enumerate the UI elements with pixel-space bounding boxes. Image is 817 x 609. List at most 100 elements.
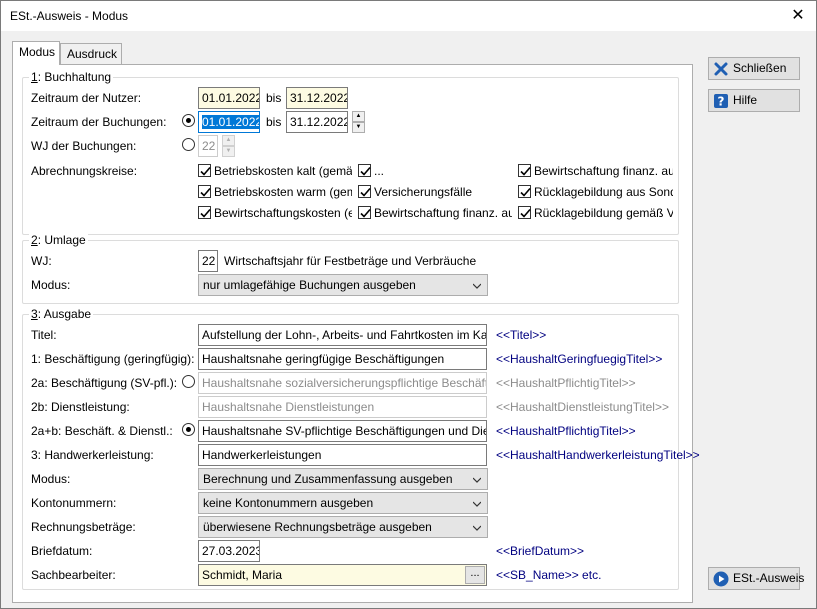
briefdatum-tag: <<BriefDatum>> xyxy=(496,544,585,558)
spin-up-icon[interactable]: ▲ xyxy=(222,135,235,146)
ausgabe-modus-select[interactable]: Berechnung und Zusammenfassung ausgeben xyxy=(198,468,488,490)
beschaeftigung-sv-field[interactable]: Haushaltsnahe sozialversicherungspflicht… xyxy=(198,372,487,394)
wj-buchungen-label: WJ der Buchungen: xyxy=(31,139,137,153)
zeitraum-buchungen-spinner[interactable]: ▲ ▼ xyxy=(352,111,365,133)
abrechnungskreis-checkbox[interactable]: Bewirtschaftungskosten (e xyxy=(198,205,352,221)
handwerker-tag: <<HaushaltHandwerkerleistungTitel>> xyxy=(496,448,700,462)
close-icon[interactable]: ✕ xyxy=(780,1,816,31)
sachbearbeiter-label: Sachbearbeiter: xyxy=(31,568,116,582)
est-ausweis-button[interactable]: ESt.-Ausweis xyxy=(708,567,804,590)
spin-down-icon[interactable]: ▼ xyxy=(352,122,365,133)
tab-modus-label: Modus xyxy=(19,45,56,59)
chevron-down-icon xyxy=(473,501,481,507)
abrechnungskreis-checkbox[interactable]: Betriebskosten kalt (gemä xyxy=(198,163,352,179)
umlage-modus-select[interactable]: nur umlagefähige Buchungen ausgeben xyxy=(198,274,488,296)
tab-panel-modus: 1: Buchhaltung Zeitraum der Nutzer: 01.0… xyxy=(12,64,700,603)
umlage-wj-field[interactable]: 22 xyxy=(198,250,218,272)
zeitraum-nutzer-from-field[interactable]: 01.01.2022 xyxy=(198,87,260,109)
abrechnungskreis-checkbox[interactable]: Bewirtschaftung finanz. au xyxy=(518,163,673,179)
schliessen-label: Schließen xyxy=(733,61,787,75)
kontonummern-label: Kontonummern: xyxy=(31,496,117,510)
group-title-ausgabe: 3: Ausgabe xyxy=(29,307,94,321)
close-x-icon xyxy=(714,62,728,76)
sachbearbeiter-field[interactable]: Schmidt, Maria ... xyxy=(198,564,487,586)
checkmark-icon xyxy=(200,208,211,218)
ausgabe-modus-label: Modus: xyxy=(31,472,71,486)
chevron-down-icon xyxy=(473,477,481,483)
handwerker-label: 3: Handwerkerleistung: xyxy=(31,448,154,462)
abrechnungskreis-checkbox[interactable]: ... xyxy=(358,163,512,179)
beschaeftigung-gering-tag: <<HaushaltGeringfuegigTitel>> xyxy=(496,352,663,366)
handwerker-field[interactable]: Handwerkerleistungen xyxy=(198,444,487,466)
beschaeftigung-sv-tag: <<HaushaltPflichtigTitel>> xyxy=(496,376,636,390)
chevron-down-icon xyxy=(473,525,481,531)
checkmark-icon xyxy=(360,187,371,197)
zeitraum-buchungen-to-field[interactable]: 31.12.2022 xyxy=(286,111,348,133)
umlage-wj-description: Wirtschaftsjahr für Festbeträge und Verb… xyxy=(224,254,477,268)
beschaeftigung-gering-label: 1: Beschäftigung (geringfügig): xyxy=(31,352,195,366)
titel-label: Titel: xyxy=(31,328,57,342)
umlage-wj-label: WJ: xyxy=(31,254,52,268)
wj-buchungen-spinner[interactable]: ▲ ▼ xyxy=(222,135,235,157)
beschaeft-dienstl-field[interactable]: Haushaltsnahe SV-pflichtige Beschäftigun… xyxy=(198,420,487,442)
checkmark-icon xyxy=(520,208,531,218)
wj-buchungen-radio[interactable] xyxy=(182,138,195,151)
umlage-modus-label: Modus: xyxy=(31,278,71,292)
beschaeft-dienstl-label: 2a+b: Beschäft. & Dienstl.: xyxy=(31,424,173,438)
checkmark-icon xyxy=(520,187,531,197)
group-buchhaltung: 1: Buchhaltung Zeitraum der Nutzer: 01.0… xyxy=(22,70,679,235)
beschaeft-dienstl-tag: <<HaushaltPflichtigTitel>> xyxy=(496,424,636,438)
checkmark-icon xyxy=(520,166,531,176)
spin-up-icon[interactable]: ▲ xyxy=(352,111,365,122)
tab-ausdruck[interactable]: Ausdruck xyxy=(60,43,122,64)
sachbearbeiter-browse-button[interactable]: ... xyxy=(465,566,485,584)
titel-placeholder-tag: <<Titel>> xyxy=(496,328,547,342)
kontonummern-select[interactable]: keine Kontonummern ausgeben xyxy=(198,492,488,514)
checkmark-icon xyxy=(200,166,211,176)
rechnungsbetraege-select[interactable]: überwiesene Rechnungsbeträge ausgeben xyxy=(198,516,488,538)
abrechnungskreis-checkbox[interactable]: Betriebskosten warm (gem xyxy=(198,184,352,200)
briefdatum-field[interactable]: 27.03.2023 xyxy=(198,540,260,562)
group-umlage: 2: Umlage WJ: 22 Wirtschaftsjahr für Fes… xyxy=(22,233,679,304)
window-title: ESt.-Ausweis - Modus xyxy=(10,9,129,23)
wj-buchungen-field[interactable]: 22 xyxy=(198,135,218,157)
zeitraum-buchungen-from-field[interactable]: 01.01.2022 xyxy=(198,111,260,133)
zeitraum-buchungen-bis-label: bis xyxy=(266,115,282,129)
est-ausweis-label: ESt.-Ausweis xyxy=(733,571,805,585)
sachbearbeiter-tag: <<SB_Name>> etc. xyxy=(496,568,602,582)
abrechnungskreise-label: Abrechnungskreise: xyxy=(31,164,138,178)
hilfe-button[interactable]: ? Hilfe xyxy=(708,89,800,112)
group-ausgabe: 3: Ausgabe Titel: Aufstellung der Lohn-,… xyxy=(22,307,700,590)
play-icon xyxy=(713,571,729,587)
beschaeftigung-gering-field[interactable]: Haushaltsnahe geringfügige Beschäftigung… xyxy=(198,348,487,370)
zeitraum-nutzer-to-field[interactable]: 31.12.2022 xyxy=(286,87,348,109)
tab-ausdruck-label: Ausdruck xyxy=(67,47,118,61)
tab-modus[interactable]: Modus xyxy=(12,41,60,65)
group-title-umlage: 2: Umlage xyxy=(29,233,88,247)
schliessen-button[interactable]: Schließen xyxy=(708,57,800,80)
beschaeft-dienstl-radio[interactable] xyxy=(182,423,195,436)
help-icon: ? xyxy=(714,94,728,109)
abrechnungskreis-checkbox[interactable]: Bewirtschaftung finanz. au xyxy=(358,205,512,221)
group-title-buchhaltung: 1: Buchhaltung xyxy=(29,70,114,84)
checkmark-icon xyxy=(200,187,211,197)
spin-down-icon[interactable]: ▼ xyxy=(222,146,235,157)
abrechnungskreis-checkbox[interactable]: Rücklagebildung gemäß V xyxy=(518,205,673,221)
rechnungsbetraege-label: Rechnungsbeträge: xyxy=(31,520,136,534)
hilfe-label: Hilfe xyxy=(733,93,758,107)
checkmark-icon xyxy=(360,166,371,176)
dienstleistung-field[interactable]: Haushaltsnahe Dienstleistungen xyxy=(198,396,487,418)
dienstleistung-tag: <<HaushaltDienstleistungTitel>> xyxy=(496,400,669,414)
dialog-window: ESt.-Ausweis - Modus ✕ Modus Ausdruck 1:… xyxy=(0,0,817,609)
abrechnungskreis-checkbox[interactable]: Rücklagebildung aus Sond xyxy=(518,184,673,200)
titel-field[interactable]: Aufstellung der Lohn-, Arbeits- und Fahr… xyxy=(198,324,487,346)
zeitraum-buchungen-radio[interactable] xyxy=(182,114,195,127)
beschaeftigung-sv-label: 2a: Beschäftigung (SV-pfl.): xyxy=(31,376,178,390)
title-bar: ESt.-Ausweis - Modus ✕ xyxy=(1,1,816,31)
svg-text:?: ? xyxy=(718,95,725,109)
checkmark-icon xyxy=(360,208,371,218)
zeitraum-nutzer-label: Zeitraum der Nutzer: xyxy=(31,91,142,105)
beschaeftigung-sv-radio[interactable] xyxy=(182,375,195,388)
zeitraum-buchungen-label: Zeitraum der Buchungen: xyxy=(31,115,167,129)
abrechnungskreis-checkbox[interactable]: Versicherungsfälle xyxy=(358,184,512,200)
